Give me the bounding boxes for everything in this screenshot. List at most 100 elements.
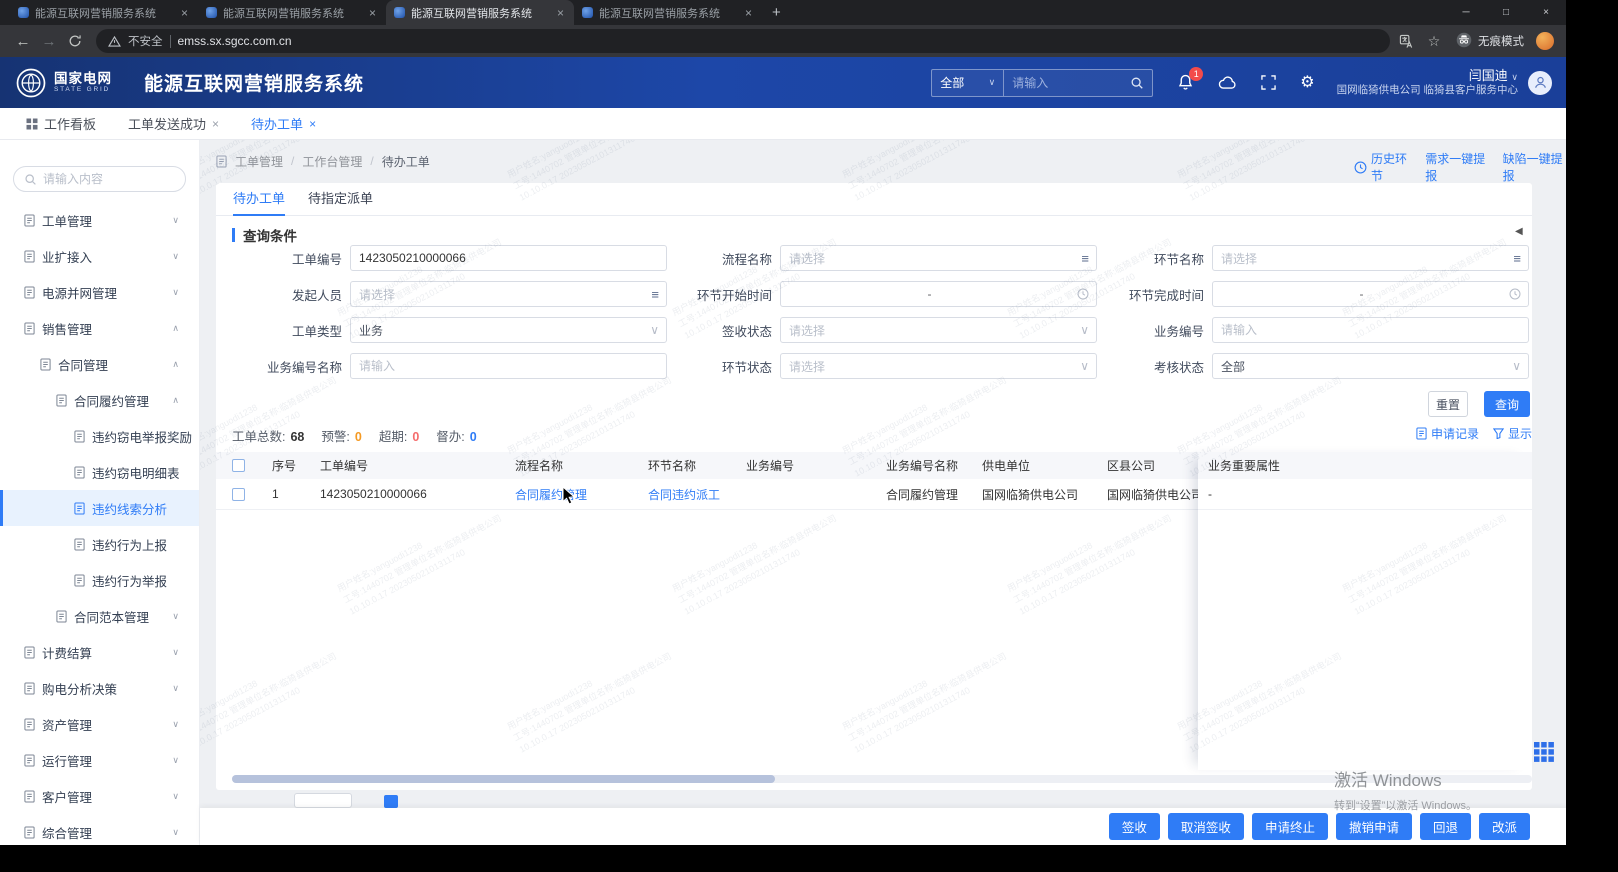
sidebar-item-order-mgmt[interactable]: 工单管理∨ [0, 202, 199, 238]
pinned-importance-column: 业务重要属性 - [1198, 452, 1532, 770]
search-scope-select[interactable]: 全部 ∨ [931, 69, 1003, 97]
window-minimize-button[interactable]: ─ [1446, 0, 1486, 25]
tab-close-icon[interactable]: × [179, 6, 190, 20]
ws-tab-todo-orders[interactable]: 待办工单 × [251, 114, 316, 133]
tab-pending-dispatch[interactable]: 待指定派单 [308, 183, 373, 216]
sidebar-item-customer-mgmt[interactable]: 客户管理∨ [0, 778, 199, 814]
sidebar-item-violation-report-up[interactable]: 违约行为上报 [0, 526, 199, 562]
global-search-input[interactable]: 请输入 [1003, 69, 1153, 97]
tab-close-icon[interactable]: × [367, 6, 378, 20]
tab-todo-orders[interactable]: 待办工单 [233, 183, 285, 216]
notification-bell-icon[interactable]: 1 [1177, 74, 1194, 91]
step-end-time-input[interactable]: - [1212, 281, 1529, 307]
sign-button[interactable]: 签收 [1109, 813, 1160, 840]
order-type-select[interactable]: 业务 ∨ [350, 317, 667, 343]
floating-grid-icon[interactable] [1534, 742, 1554, 762]
assess-status-select[interactable]: 全部 ∨ [1212, 353, 1529, 379]
search-icon[interactable] [1130, 76, 1144, 90]
history-steps-link[interactable]: 历史环节 [1354, 150, 1411, 184]
initiator-select[interactable]: 请选择 ≡ [350, 281, 667, 307]
biz-no-input[interactable] [1212, 317, 1529, 343]
row-checkbox[interactable] [232, 488, 245, 501]
sidebar-item-grid-connection[interactable]: 电源并网管理∨ [0, 274, 199, 310]
sidebar-item-asset-mgmt[interactable]: 资产管理∨ [0, 706, 199, 742]
list-icon: ≡ [1513, 251, 1521, 266]
pagination-button[interactable] [384, 795, 398, 808]
browser-address-bar: ← → 不安全 emss.sx.sgcc.com.cn ☆ [0, 25, 1566, 57]
browser-tab[interactable]: 能源互联网营销服务系统 × [198, 0, 386, 25]
ws-tab-order-sent[interactable]: 工单发送成功 × [128, 114, 219, 133]
reload-button[interactable] [62, 29, 88, 53]
list-icon: ≡ [1081, 251, 1089, 266]
back-button[interactable]: ← [10, 29, 36, 53]
bookmark-star-icon[interactable]: ☆ [1422, 33, 1446, 50]
browser-profile-avatar[interactable] [1536, 32, 1554, 50]
demand-one-click-report-link[interactable]: 需求一键提报 [1425, 150, 1488, 184]
tab-close-icon[interactable]: × [743, 6, 754, 20]
breadcrumb-item[interactable]: 工单管理 [235, 153, 283, 170]
sidebar-item-operation-mgmt[interactable]: 运行管理∨ [0, 742, 199, 778]
tab-close-icon[interactable]: × [555, 6, 566, 20]
sidebar-item-violation-clue-analysis[interactable]: 违约线索分析 [0, 490, 199, 526]
process-name-link[interactable]: 合同履约管理 [515, 486, 648, 503]
sidebar-item-contract-performance[interactable]: 合同履约管理∧ [0, 382, 199, 418]
page-size-select[interactable] [294, 793, 352, 808]
close-icon[interactable]: × [212, 117, 219, 131]
panel-tabs: 待办工单 待指定派单 [216, 183, 1532, 216]
step-name-link[interactable]: 合同违约派工 [648, 486, 746, 503]
reset-button[interactable]: 重置 [1428, 391, 1468, 417]
fullscreen-icon[interactable] [1261, 75, 1276, 90]
window-close-button[interactable]: × [1526, 0, 1566, 25]
browser-tab[interactable]: 能源互联网营销服务系统 × [10, 0, 198, 25]
collapse-panel-icon[interactable]: ◀ [1515, 226, 1523, 237]
rollback-button[interactable]: 回退 [1420, 813, 1471, 840]
sidebar-item-billing-settlement[interactable]: 计费结算∨ [0, 634, 199, 670]
search-button[interactable]: 查询 [1484, 391, 1530, 417]
sidebar-item-contract-mgmt[interactable]: 合同管理∧ [0, 346, 199, 382]
sidebar-item-theft-report-reward[interactable]: 违约窃电举报奖励 [0, 418, 199, 454]
sign-status-select[interactable]: 请选择 ∨ [780, 317, 1097, 343]
ws-tab-workboard[interactable]: 工作看板 [26, 114, 96, 133]
scrollbar-thumb[interactable] [232, 775, 775, 783]
url-text[interactable]: emss.sx.sgcc.com.cn [178, 34, 292, 48]
sidebar-search[interactable] [13, 166, 186, 192]
biz-name-input[interactable] [350, 353, 667, 379]
breadcrumb-item[interactable]: 工作台管理 [302, 153, 362, 170]
doc-icon [74, 502, 85, 515]
cancel-sign-button[interactable]: 取消签收 [1168, 813, 1244, 840]
order-no-input[interactable] [350, 245, 667, 271]
user-avatar[interactable] [1528, 71, 1552, 95]
security-label[interactable]: 不安全 [128, 33, 163, 49]
process-name-select[interactable]: 请选择 ≡ [780, 245, 1097, 271]
step-status-select[interactable]: 请选择 ∨ [780, 353, 1097, 379]
step-start-time-input[interactable]: - [780, 281, 1097, 307]
translate-icon[interactable] [1394, 34, 1418, 49]
sidebar-item-contract-template-mgmt[interactable]: 合同范本管理∨ [0, 598, 199, 634]
apply-terminate-button[interactable]: 申请终止 [1252, 813, 1328, 840]
sidebar-item-purchase-analysis[interactable]: 购电分析决策∨ [0, 670, 199, 706]
sidebar-item-violation-report[interactable]: 违约行为举报 [0, 562, 199, 598]
user-info[interactable]: 闫国迪 ∨ 国网临猗供电公司 临猗县客户服务中心 [1337, 68, 1518, 97]
browser-tab-active[interactable]: 能源互联网营销服务系统 × [386, 0, 574, 25]
cloud-icon[interactable] [1218, 75, 1237, 90]
sidebar-item-sales-mgmt[interactable]: 销售管理∧ [0, 310, 199, 346]
reassign-button[interactable]: 改派 [1479, 813, 1530, 840]
new-tab-button[interactable]: + [772, 0, 781, 25]
close-icon[interactable]: × [309, 117, 316, 131]
step-name-select[interactable]: 请选择 ≡ [1212, 245, 1529, 271]
sidebar-item-comprehensive-mgmt[interactable]: 综合管理∨ [0, 814, 199, 845]
sidebar-item-theft-detail-table[interactable]: 违约窃电明细表 [0, 454, 199, 490]
omnibox[interactable]: 不安全 emss.sx.sgcc.com.cn [96, 29, 1390, 53]
display-filter-link[interactable]: 显示 [1493, 425, 1532, 442]
gear-icon[interactable]: ⚙ [1300, 75, 1314, 91]
form-row: 工单编号 流程名称 请选择 ≡ 环节名称 请选择 ≡ [216, 245, 1532, 271]
forward-button[interactable]: → [36, 29, 62, 53]
select-all-checkbox[interactable] [232, 459, 245, 472]
revoke-apply-button[interactable]: 撤销申请 [1336, 813, 1412, 840]
sidebar-item-expansion-access[interactable]: 业扩接入∨ [0, 238, 199, 274]
window-maximize-button[interactable]: □ [1486, 0, 1526, 25]
apply-records-link[interactable]: 申请记录 [1416, 425, 1479, 442]
sidebar-search-input[interactable] [43, 172, 175, 186]
browser-tab[interactable]: 能源互联网营销服务系统 × [574, 0, 762, 25]
defect-one-click-report-link[interactable]: 缺陷一键提报 [1503, 150, 1566, 184]
